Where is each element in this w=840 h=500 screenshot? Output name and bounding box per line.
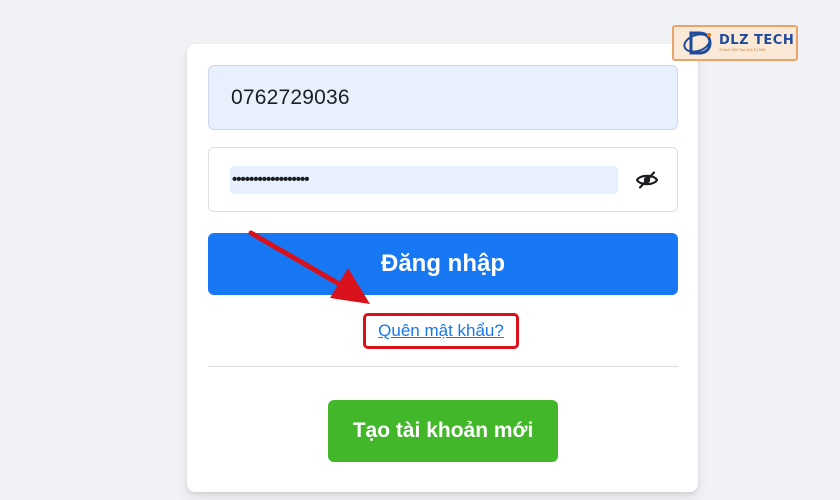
phone-input[interactable]: 0762729036 (208, 65, 678, 130)
watermark-tagline: Thành Mới Tạo Giá Trị Mới (719, 47, 766, 52)
login-card: 0762729036 •••••••••••••••••• Đăng nhập … (187, 44, 698, 492)
eye-slash-icon-graphic (635, 171, 659, 189)
divider (208, 366, 678, 367)
password-autofill-area[interactable]: •••••••••••••••••• (230, 166, 618, 194)
watermark-logo: DLZ TECH Thành Mới Tạo Giá Trị Mới (672, 25, 798, 61)
password-mask[interactable]: •••••••••••••••••• (232, 166, 310, 194)
watermark-brand: DLZ TECH (719, 32, 795, 48)
create-account-button[interactable]: Tạo tài khoản mới (328, 400, 558, 462)
phone-input-value[interactable]: 0762729036 (231, 66, 350, 129)
login-button[interactable]: Đăng nhập (208, 233, 678, 295)
forgot-password-link[interactable]: Quên mật khẩu? (378, 321, 504, 341)
password-input[interactable]: •••••••••••••••••• (208, 147, 678, 212)
eye-slash-icon[interactable] (634, 167, 660, 193)
forgot-password-highlight: Quên mật khẩu? (363, 313, 519, 349)
dlz-logo-icon (683, 31, 712, 55)
